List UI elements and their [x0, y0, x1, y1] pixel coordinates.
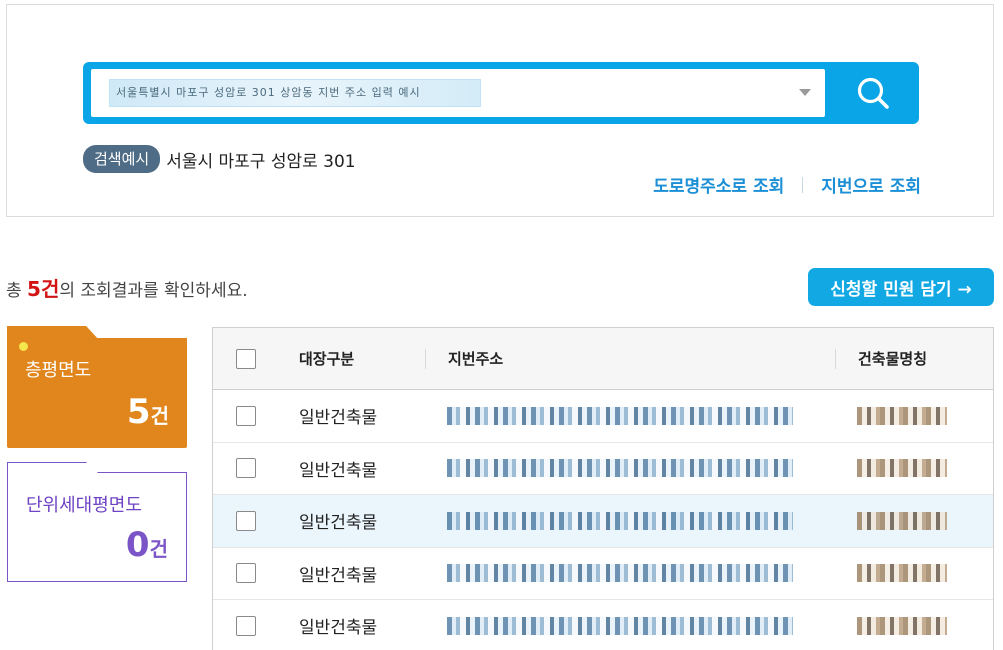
row-checkbox[interactable]: [236, 563, 256, 584]
row-type: 일반건축물: [299, 618, 378, 639]
header-type: 대장구분: [299, 349, 355, 368]
search-box: 서울특별시 마포구 성암로 301 상암동 지번 주소 입력 예시: [83, 62, 919, 124]
row-check-cell: [213, 510, 279, 531]
search-panel: 서울특별시 마포구 성암로 301 상암동 지번 주소 입력 예시 검색예시 서…: [6, 4, 994, 217]
results-table: 대장구분 지번주소 건축물명칭 일반건축물 일반건축물 일반건축물 일반건축물 …: [212, 327, 994, 650]
redacted-building-name: [857, 511, 947, 530]
table-row[interactable]: 일반건축물: [213, 600, 993, 650]
row-address: [425, 459, 835, 478]
redacted-building-name: [857, 459, 947, 478]
row-address: [425, 511, 835, 530]
table-row[interactable]: 일반건축물: [213, 390, 993, 443]
row-type: 일반건축물: [299, 513, 378, 534]
table-header: 대장구분 지번주소 건축물명칭: [213, 328, 993, 390]
divider: [802, 176, 804, 193]
road-address-lookup-link[interactable]: 도로명주소로 조회: [653, 172, 784, 197]
redacted-building-name: [857, 616, 947, 635]
table-row[interactable]: 일반건축물: [213, 443, 993, 495]
row-check-cell: [213, 458, 279, 479]
floor-plan-label: 층평면도: [25, 360, 92, 381]
unit-plan-count-unit: 건: [149, 537, 168, 561]
lookup-links: 도로명주소로 조회 지번으로 조회: [653, 172, 921, 197]
result-count-suffix: 의 조회결과를 확인하세요.: [59, 281, 248, 301]
floor-plan-card[interactable]: 층평면도 5건: [7, 326, 187, 448]
unit-plan-label: 단위세대평면도: [26, 495, 142, 516]
floor-plan-count-value: 5: [126, 392, 151, 432]
add-to-request-button[interactable]: 신청할 민원 담기 →: [808, 268, 994, 306]
search-example: 검색예시 서울시 마포구 성암로 301: [83, 145, 356, 173]
example-text: 서울시 마포구 성암로 301: [166, 151, 356, 172]
search-input-value: 서울특별시 마포구 성암로 301 상암동 지번 주소 입력 예시: [109, 79, 481, 107]
select-all-checkbox[interactable]: [236, 348, 256, 369]
result-count-number: 5건: [27, 277, 60, 301]
row-address: [425, 406, 835, 425]
card-tab: [7, 326, 99, 340]
active-dot-icon: [19, 342, 28, 351]
redacted-building-name: [857, 564, 947, 583]
row-type: 일반건축물: [299, 565, 378, 586]
unit-plan-card[interactable]: 단위세대평면도 0건: [7, 462, 187, 582]
row-checkbox[interactable]: [236, 405, 256, 426]
redacted-building-name: [857, 406, 947, 425]
unit-plan-count: 0건: [126, 525, 168, 565]
search-button[interactable]: [827, 62, 919, 124]
row-building: [835, 459, 993, 478]
search-icon: [857, 77, 889, 109]
row-building: [835, 511, 993, 530]
row-building: [835, 616, 993, 635]
row-type: 일반건축물: [299, 408, 378, 429]
unit-plan-count-value: 0: [125, 525, 150, 565]
row-checkbox[interactable]: [236, 615, 256, 636]
row-checkbox[interactable]: [236, 458, 256, 479]
table-row[interactable]: 일반건축물: [213, 495, 993, 548]
address-search-input[interactable]: 서울특별시 마포구 성암로 301 상암동 지번 주소 입력 예시: [91, 69, 825, 117]
row-building: [835, 564, 993, 583]
header-building: 건축물명칭: [835, 348, 993, 369]
floor-plan-count-unit: 건: [150, 404, 169, 428]
row-check-cell: [213, 405, 279, 426]
table-row[interactable]: 일반건축물: [213, 548, 993, 600]
select-all-cell: [213, 348, 279, 369]
redacted-address: [447, 406, 793, 425]
redacted-address: [447, 616, 793, 635]
redacted-address: [447, 459, 793, 478]
row-check-cell: [213, 615, 279, 636]
lot-number-lookup-link[interactable]: 지번으로 조회: [821, 172, 921, 197]
result-count: 총 5건의 조회결과를 확인하세요.: [6, 273, 248, 302]
row-check-cell: [213, 563, 279, 584]
row-address: [425, 564, 835, 583]
redacted-address: [447, 564, 793, 583]
floor-plan-count: 5건: [127, 392, 169, 432]
result-count-prefix: 총: [6, 281, 28, 301]
row-address: [425, 616, 835, 635]
header-address: 지번주소: [425, 348, 835, 369]
chevron-down-icon[interactable]: [799, 89, 811, 96]
row-type: 일반건축물: [299, 460, 378, 481]
example-badge: 검색예시: [83, 145, 161, 173]
row-checkbox[interactable]: [236, 510, 256, 531]
row-building: [835, 406, 993, 425]
card-tab: [7, 462, 99, 474]
redacted-address: [447, 511, 793, 530]
